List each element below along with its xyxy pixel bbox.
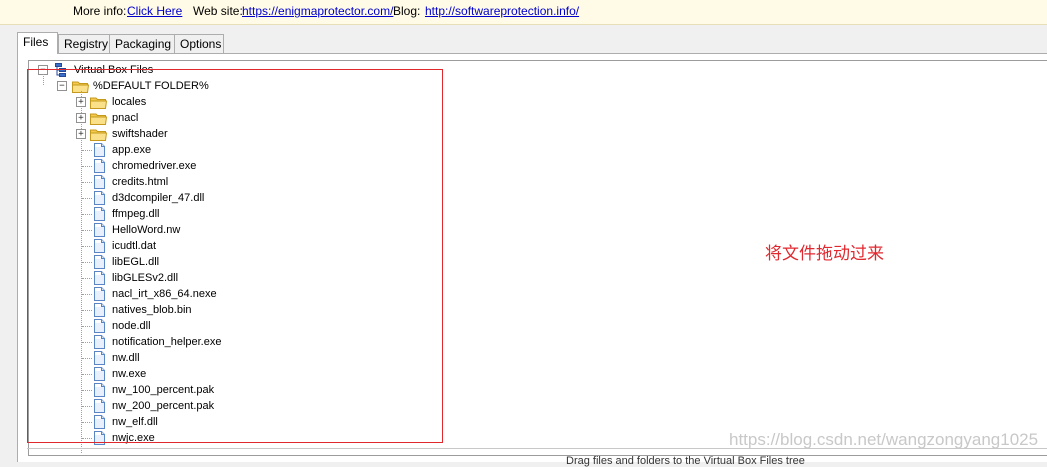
tree-line [82,198,92,199]
file-icon [94,287,105,301]
tree-file-label: nwjc.exe [112,432,155,444]
file-icon [94,415,105,429]
tree-line [43,74,44,85]
expand-icon[interactable]: + [76,97,86,107]
tree-root-icon [55,63,67,77]
virtual-box-tree[interactable]: − Virtual Box Files − %DEFAULT FOLDER% + loca… [28,60,1047,456]
tree-folder-label: pnacl [112,112,139,124]
file-icon [94,255,105,269]
tree-line [82,262,92,263]
blog-link[interactable]: http://softwareprotection.info/ [425,4,579,18]
tree-line [82,150,92,151]
file-icon [94,399,105,413]
tree-file-label: nw.exe [112,368,147,380]
file-icon [94,303,105,317]
tree-line [82,214,92,215]
more-info-link[interactable]: Click Here [127,4,182,18]
tree-line [81,91,82,453]
file-icon [94,175,105,189]
info-bar: More info: Click Here Web site: https://… [0,0,1047,25]
folder-icon [90,96,108,109]
tree-file-label: app.exe [112,144,152,156]
file-icon [94,319,105,333]
tree-line [82,310,92,311]
file-icon [94,335,105,349]
tree-file-label: chromedriver.exe [112,160,197,172]
tab-registry[interactable]: Registry [58,34,110,53]
tree-file-label: icudtl.dat [112,240,157,252]
tree-file-label: credits.html [112,176,169,188]
expand-icon[interactable]: + [76,129,86,139]
tab-packaging[interactable]: Packaging [109,34,177,53]
tree-file-label: libGLESv2.dll [112,272,179,284]
website-link[interactable]: https://enigmaprotector.com/ [242,4,393,18]
file-icon [94,351,105,365]
drag-annotation: 将文件拖动过来 [765,244,884,263]
tree-line [82,182,92,183]
file-icon [94,159,105,173]
tree-file-label: nw_200_percent.pak [112,400,215,412]
tree-file-label: natives_blob.bin [112,304,192,316]
expand-icon[interactable]: + [76,113,86,123]
file-icon [94,191,105,205]
file-icon [94,143,105,157]
tab-files[interactable]: Files [17,32,58,54]
tree-line [82,422,92,423]
file-icon [94,271,105,285]
tree-line [82,342,92,343]
tree-line [82,166,92,167]
more-info-label: More info: [73,4,127,18]
tree-line [82,326,92,327]
tree-line [82,406,92,407]
tree-line [82,374,92,375]
tree-line [82,438,92,439]
file-icon [94,367,105,381]
tree-line [82,294,92,295]
tree-file-label: nacl_irt_x86_64.nexe [112,288,217,300]
file-icon [94,207,105,221]
file-icon [94,223,105,237]
tree-folder-label: locales [112,96,147,108]
tree-file-label: nw_100_percent.pak [112,384,215,396]
tree-default-folder-label: %DEFAULT FOLDER% [93,80,209,92]
file-icon [94,383,105,397]
tree-line [82,230,92,231]
tree-file-label: node.dll [112,320,151,332]
tab-options[interactable]: Options [174,34,224,53]
tree-line [82,358,92,359]
tree-file-label: HelloWord.nw [112,224,181,236]
tree-file-label: ffmpeg.dll [112,208,160,220]
tree-file-label: libEGL.dll [112,256,160,268]
tree-file-label: notification_helper.exe [112,336,222,348]
tree-file-label: nw_elf.dll [112,416,158,428]
tree-line [82,246,92,247]
folder-icon [90,128,108,141]
website-label: Web site: [193,4,243,18]
footer-hint: Drag files and folders to the Virtual Bo… [566,455,805,467]
watermark: https://blog.csdn.net/wangzongyang1025 [729,430,1039,449]
folder-icon [90,112,108,125]
file-icon [94,431,105,445]
tree-root-label: Virtual Box Files [74,64,154,76]
tree-line [82,390,92,391]
collapse-icon[interactable]: − [57,81,67,91]
tree-folder-label: swiftshader [112,128,168,140]
tree-file-label: nw.dll [112,352,140,364]
blog-label: Blog: [393,4,421,18]
files-panel: − Virtual Box Files − %DEFAULT FOLDER% + loca… [17,53,1047,462]
tree-file-label: d3dcompiler_47.dll [112,192,205,204]
tree-line [82,278,92,279]
file-icon [94,239,105,253]
